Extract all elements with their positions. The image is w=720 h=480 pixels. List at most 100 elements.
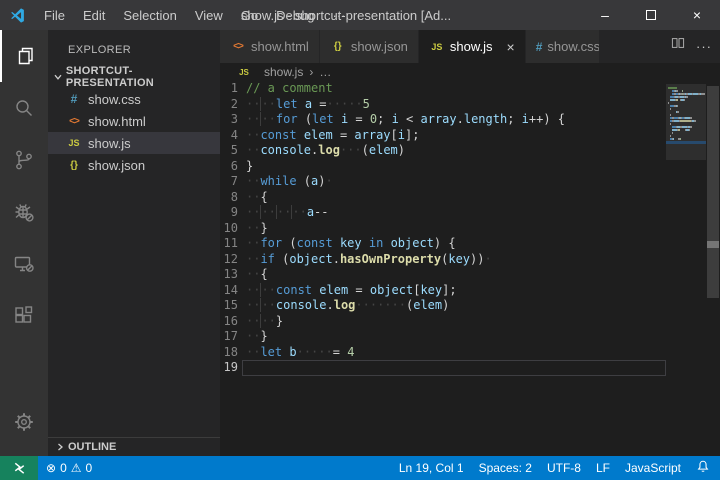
code-line-4[interactable]: 4 ··const elem = array[i]; xyxy=(220,128,666,144)
code-line-18[interactable]: 18 ··let b·····= 4 xyxy=(220,345,666,361)
error-icon: ⊗ xyxy=(46,461,57,475)
more-actions-button[interactable]: ··· xyxy=(696,39,712,54)
line-number[interactable]: 7 xyxy=(220,174,238,190)
tab-show-css[interactable]: # show.css xyxy=(525,30,600,63)
line-number[interactable]: 1 xyxy=(220,81,238,97)
minimap[interactable] xyxy=(666,81,706,376)
gear-icon xyxy=(15,413,33,431)
problems-indicator[interactable]: ⊗ 0 ⚠ 0 xyxy=(46,461,92,475)
line-number[interactable]: 19 xyxy=(220,360,238,376)
file-row-show-css[interactable]: # show.css xyxy=(48,88,220,110)
line-number[interactable]: 5 xyxy=(220,143,238,159)
branch-icon xyxy=(16,150,32,170)
remote-indicator-icon xyxy=(14,462,24,474)
code-line-16[interactable]: 16 ····} xyxy=(220,313,666,330)
code-line-7[interactable]: 7 ··while (a)· xyxy=(220,174,666,190)
outline-label: OUTLINE xyxy=(68,441,117,453)
line-number[interactable]: 2 xyxy=(220,97,238,113)
code-line-17[interactable]: 17 ··} xyxy=(220,329,666,345)
language-mode[interactable]: JavaScript xyxy=(625,461,681,475)
code-line-15[interactable]: 15 ····console.log·······(elem) xyxy=(220,298,666,314)
code-line-12[interactable]: 12 ··if (object.hasOwnProperty(key))· xyxy=(220,252,666,268)
vscode-logo-icon xyxy=(9,6,27,24)
line-text: ··const elem = array[i]; xyxy=(246,127,420,142)
extensions-icon xyxy=(15,306,33,323)
line-number[interactable]: 16 xyxy=(220,314,238,330)
encoding[interactable]: UTF-8 xyxy=(547,461,581,475)
code-line-1[interactable]: 1 // a comment xyxy=(220,81,666,97)
line-number[interactable]: 15 xyxy=(220,298,238,314)
code-line-6[interactable]: 6} xyxy=(220,159,666,175)
code-line-10[interactable]: 10 ··} xyxy=(220,221,666,237)
line-number[interactable]: 6 xyxy=(220,159,238,175)
code-line-8[interactable]: 8 ··{ xyxy=(220,190,666,206)
tab-show-json[interactable]: {} show.json xyxy=(319,30,419,63)
warning-icon: ⚠ xyxy=(70,461,82,475)
file-row-show-json[interactable]: {} show.json xyxy=(48,154,220,176)
code-line-14[interactable]: 14 ····const elem = object[key]; xyxy=(220,282,666,299)
error-count: 0 xyxy=(60,461,67,475)
line-number[interactable]: 4 xyxy=(220,128,238,144)
code-line-2[interactable]: 2 ····let a =·····5 xyxy=(220,96,666,113)
breadcrumb-file[interactable]: show.js xyxy=(264,65,303,79)
eol-sequence[interactable]: LF xyxy=(596,461,610,475)
line-number[interactable]: 9 xyxy=(220,205,238,221)
line-text: ··} xyxy=(246,220,268,235)
activity-search[interactable] xyxy=(0,82,48,134)
json-icon: {} xyxy=(333,41,342,52)
minimize-button[interactable]: – xyxy=(582,0,628,30)
activity-explorer[interactable] xyxy=(0,30,48,82)
folder-section-header[interactable]: SHORTCUT-PRESENTATION xyxy=(48,65,220,89)
code-line-13[interactable]: 13 ··{ xyxy=(220,267,666,283)
split-editor-button[interactable] xyxy=(670,36,686,57)
activity-source-control[interactable] xyxy=(0,134,48,186)
notifications-button[interactable] xyxy=(696,459,710,477)
tab-close-icon[interactable]: × xyxy=(507,39,515,55)
html-icon: <> xyxy=(69,115,80,127)
line-number[interactable]: 18 xyxy=(220,345,238,361)
outline-section-header[interactable]: OUTLINE xyxy=(48,437,220,456)
menu-selection[interactable]: Selection xyxy=(114,0,185,30)
html-icon: <> xyxy=(233,41,244,52)
line-number[interactable]: 8 xyxy=(220,190,238,206)
scrollbar-thumb[interactable] xyxy=(707,86,719,298)
file-row-show-js[interactable]: JS show.js xyxy=(48,132,220,154)
code-line-9[interactable]: 9 ········a-- xyxy=(220,205,666,221)
close-button[interactable]: × xyxy=(674,0,720,30)
line-text: } xyxy=(246,158,254,173)
menu-edit[interactable]: Edit xyxy=(74,0,114,30)
code-line-11[interactable]: 11 ··for (const key in object) { xyxy=(220,236,666,252)
line-text: ····for (let i = 0; i < array.length; i+… xyxy=(246,112,566,126)
line-text: ········a-- xyxy=(246,205,329,219)
indentation[interactable]: Spaces: 2 xyxy=(479,461,532,475)
activity-remote-explorer[interactable] xyxy=(0,238,48,290)
vertical-scrollbar[interactable] xyxy=(706,81,720,456)
tab-show-html[interactable]: <> show.html xyxy=(220,30,320,63)
maximize-button[interactable] xyxy=(628,0,674,30)
line-number[interactable]: 13 xyxy=(220,267,238,283)
code-line-5[interactable]: 5 ··console.log···(elem) xyxy=(220,143,666,159)
activity-extensions[interactable] xyxy=(0,290,48,342)
file-row-show-html[interactable]: <> show.html xyxy=(48,110,220,132)
minimize-icon: – xyxy=(601,7,609,23)
tab-show-js[interactable]: JS show.js × xyxy=(418,30,526,63)
close-icon: × xyxy=(692,7,702,23)
line-number[interactable]: 17 xyxy=(220,329,238,345)
line-text: ··let b·····= 4 xyxy=(246,344,355,359)
code-line-3[interactable]: 3 ····for (let i = 0; i < array.length; i… xyxy=(220,112,666,128)
cursor-position[interactable]: Ln 19, Col 1 xyxy=(399,461,464,475)
line-number[interactable]: 14 xyxy=(220,283,238,299)
line-number[interactable]: 11 xyxy=(220,236,238,252)
menu-file[interactable]: File xyxy=(35,0,74,30)
activity-debug[interactable] xyxy=(0,186,48,238)
line-number[interactable]: 12 xyxy=(220,252,238,268)
line-text: ····const elem = object[key]; xyxy=(246,282,457,297)
line-number[interactable]: 10 xyxy=(220,221,238,237)
remote-indicator[interactable] xyxy=(0,456,38,480)
menu-view[interactable]: View xyxy=(186,0,232,30)
minimap-current-line xyxy=(666,141,706,144)
line-number[interactable]: 3 xyxy=(220,112,238,128)
json-icon: {} xyxy=(70,159,78,171)
activity-manage[interactable] xyxy=(0,398,48,446)
breadcrumb-more[interactable]: … xyxy=(319,65,331,79)
